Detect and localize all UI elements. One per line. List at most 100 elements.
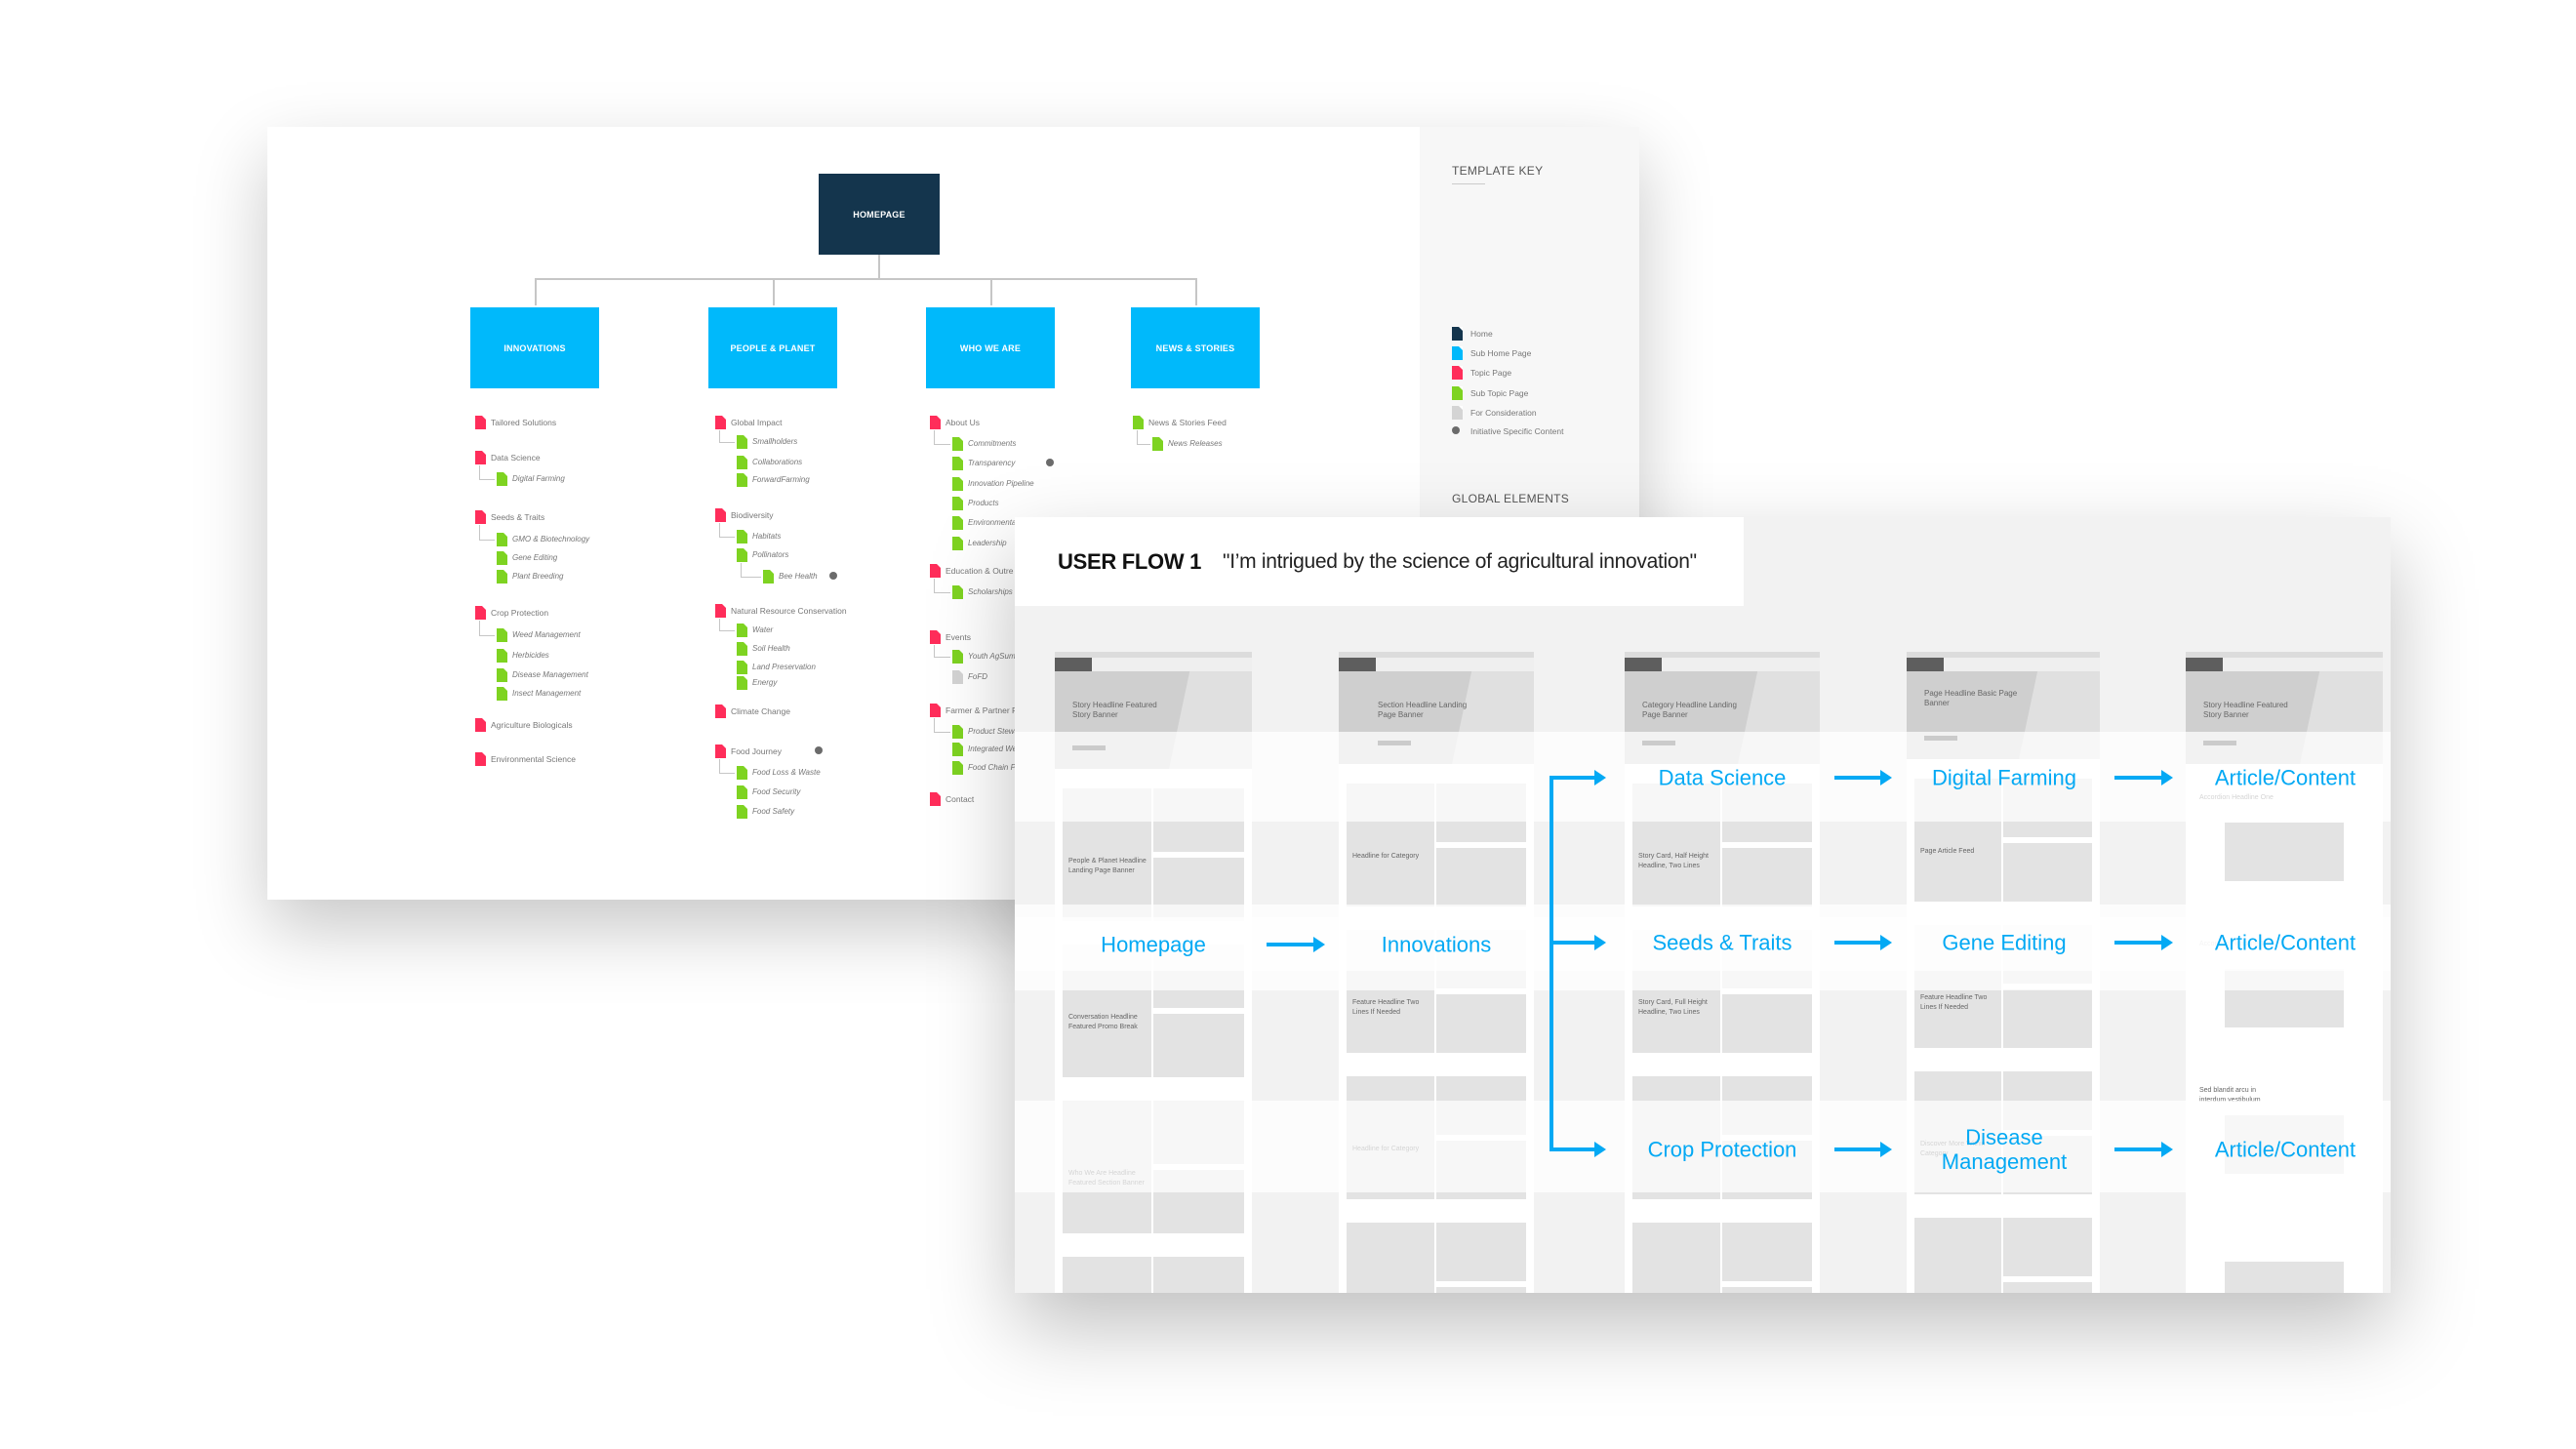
template-key-title: TEMPLATE KEY [1452, 164, 1544, 178]
tree-connector [719, 537, 735, 538]
wireframe-card [1722, 848, 1812, 906]
topic-page-icon [715, 508, 726, 522]
subtopic-page-icon [1152, 437, 1163, 451]
subhome-key-icon [1452, 346, 1463, 360]
subtopic-page-icon [737, 624, 747, 637]
tree-connector [934, 579, 935, 592]
connector-line [878, 255, 880, 278]
tree-connector [741, 577, 761, 578]
sitemap-item: Youth AgSumm [968, 652, 1023, 661]
user-flow-board: USER FLOW 1 "I’m intrigued by the scienc… [1015, 517, 2391, 1293]
global-elements-title: GLOBAL ELEMENTS [1452, 492, 1570, 505]
section-node-news-stories: NEWS & STORIES [1131, 307, 1260, 388]
sitemap-item: News & Stories Feed [1148, 418, 1227, 427]
homepage-node: HOMEPAGE [819, 174, 940, 255]
topic-page-icon [715, 416, 726, 429]
subtopic-page-icon [497, 570, 507, 584]
tree-connector [934, 430, 935, 444]
sitemap-item: Soil Health [752, 644, 790, 653]
subtopic-page-icon [952, 743, 963, 756]
consideration-key-icon [1452, 406, 1463, 420]
subtopic-page-icon [952, 477, 963, 491]
topic-page-icon [930, 704, 941, 717]
subtopic-page-icon [497, 687, 507, 701]
sitemap-item: Contact [946, 794, 975, 804]
sitemap-item: Events [946, 632, 971, 642]
tree-connector [719, 442, 735, 443]
wireframe-hero-headline: Story Headline Featured Story Banner [2203, 701, 2288, 719]
connector-line [990, 278, 992, 305]
sitemap-item: Crop Protection [491, 608, 549, 618]
sitemap-item: Education & Outre [946, 566, 1014, 576]
sitemap-item: Food Chain Pa [968, 763, 1021, 772]
sitemap-item: About Us [946, 418, 980, 427]
sitemap-item: Natural Resource Conservation [731, 606, 847, 616]
flow-arrow-icon [1834, 935, 1892, 950]
subtopic-page-icon [497, 533, 507, 546]
sitemap-item: Food Journey [731, 746, 782, 756]
sitemap-item: ForwardFarming [752, 475, 810, 484]
subtopic-page-icon [497, 649, 507, 663]
sitemap-item: Digital Farming [512, 474, 565, 483]
tree-connector [719, 630, 735, 631]
wireframe-nav [1055, 658, 1252, 671]
topic-page-icon [930, 564, 941, 578]
wireframe-card [1436, 1223, 1526, 1281]
topic-page-icon [475, 510, 486, 524]
flow-arrow-icon [2114, 935, 2173, 950]
flow-arrow-icon [1550, 1142, 1606, 1157]
wireframe-image-block [2225, 823, 2344, 881]
tree-connector [934, 718, 935, 732]
home-key-icon [1452, 327, 1463, 341]
tree-connector [934, 592, 950, 593]
template-key-item: Topic Page [1470, 368, 1512, 378]
flow-step-label: Innovations [1381, 932, 1492, 957]
subtopic-page-icon [737, 676, 747, 690]
wireframe-card [1722, 1223, 1812, 1281]
wireframe-card [2003, 989, 2093, 1048]
sitemap-item: Farmer & Partner R [946, 705, 1019, 715]
topic-page-icon [930, 792, 941, 806]
flow-step-label: Digital Farming [1932, 765, 2076, 790]
sitemap-item: Environmental [968, 518, 1019, 527]
wireframe-section-text: Feature Headline Two Lines If Needed [1352, 999, 1420, 1016]
wireframe-nav [2186, 658, 2383, 671]
subtopic-page-icon [763, 570, 774, 584]
sitemap-item: Food Loss & Waste [752, 768, 821, 777]
flow-branch-line [1550, 778, 1553, 1151]
connector-line [535, 278, 1195, 280]
tree-connector [934, 732, 950, 733]
tree-connector [719, 759, 720, 773]
tree-connector [719, 523, 720, 537]
sitemap-item: Weed Management [512, 630, 581, 639]
sitemap-item: Scholarships [968, 587, 1013, 596]
flow-step-label: Homepage [1101, 932, 1206, 957]
template-key-item: Sub Topic Page [1470, 388, 1529, 398]
sitemap-item: Water [752, 625, 774, 634]
sitemap-item: Products [968, 499, 999, 507]
wireframe-section-text: Feature Headline Two Lines If Needed [1920, 994, 1988, 1011]
sitemap-item: Disease Management [512, 670, 588, 679]
template-key-item: Sub Home Page [1470, 348, 1532, 358]
wireframe-nav [1907, 658, 2100, 671]
tree-connector [934, 645, 935, 657]
sitemap-item: Climate Change [731, 706, 790, 716]
topic-page-icon [715, 604, 726, 618]
sitemap-item: Leadership [968, 539, 1007, 547]
flow-arrow-icon [2114, 1142, 2173, 1157]
sitemap-item: Habitats [752, 532, 782, 541]
tree-connector [479, 621, 480, 635]
sitemap-item: Food Safety [752, 807, 795, 816]
tree-connector [479, 465, 480, 479]
subtopic-page-icon [497, 628, 507, 642]
subtopic-page-icon [737, 473, 747, 487]
topic-page-icon [475, 606, 486, 620]
sitemap-item: Commitments [968, 439, 1017, 448]
wireframe-logo [1907, 658, 1944, 671]
wireframe-nav [1625, 658, 1820, 671]
flow-arrow-icon [1834, 1142, 1892, 1157]
sitemap-item: Gene Editing [512, 553, 558, 562]
wireframe-card [1436, 994, 1526, 1053]
tree-connector [479, 540, 495, 541]
sitemap-item: FoFD [968, 672, 987, 681]
